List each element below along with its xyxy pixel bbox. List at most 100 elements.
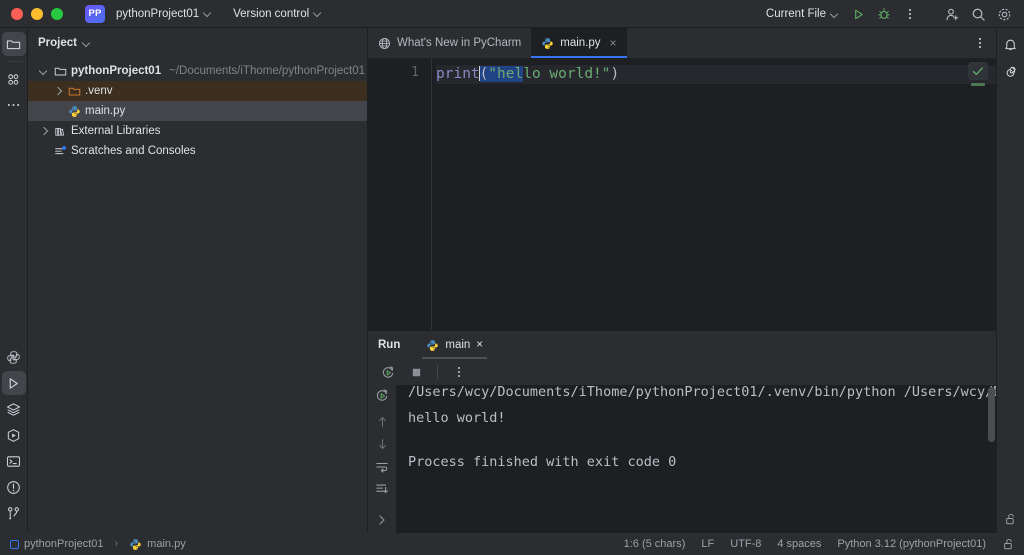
console-output-line: hello world! (408, 410, 506, 426)
breadcrumb-project[interactable]: pythonProject01 (24, 538, 104, 550)
encoding-widget[interactable]: UTF-8 (730, 538, 761, 550)
chevron-right-icon[interactable] (52, 85, 64, 97)
console-exit-line: Process finished with exit code 0 (408, 454, 677, 470)
indent-widget[interactable]: 4 spaces (777, 538, 821, 550)
sidebar-item-debug[interactable] (2, 423, 26, 447)
sidebar-item-problems[interactable] (2, 475, 26, 499)
tree-node-venv[interactable]: .venv (28, 81, 367, 101)
sidebar-item-terminal[interactable] (2, 449, 26, 473)
debug-icon (878, 8, 890, 19)
expand-console-button[interactable] (370, 513, 394, 528)
unlock-icon (1004, 538, 1012, 550)
tree-node-path: ~/Documents/iThome/pythonProject01 (169, 65, 366, 77)
line-separator-widget[interactable]: LF (701, 538, 714, 550)
title-bar-actions: Current File (760, 0, 1016, 28)
previous-occurrence-button[interactable] (370, 415, 394, 430)
minimize-window-button[interactable] (31, 7, 43, 20)
globe-icon (379, 37, 390, 49)
window-controls[interactable] (0, 7, 63, 20)
run-configuration-label: Current File (765, 8, 826, 20)
editor-column: What's New in PyCharm main.py × 1 print(… (368, 28, 996, 533)
python-file-icon (130, 538, 141, 550)
sidebar-item-version-control[interactable] (2, 501, 26, 525)
readonly-lock-widget[interactable] (1002, 537, 1016, 551)
tree-node-project-root[interactable]: pythonProject01 ~/Documents/iThome/pytho… (28, 61, 367, 81)
library-icon (55, 127, 65, 136)
checkmark-icon (972, 66, 983, 75)
more-actions-button[interactable] (898, 3, 922, 25)
debug-button[interactable] (872, 3, 896, 25)
token-function: print (436, 66, 480, 82)
tree-node-label: pythonProject01 (71, 65, 162, 77)
rerun-icon (382, 366, 394, 378)
sidebar-item-services[interactable] (2, 397, 26, 421)
add-user-button[interactable] (940, 3, 964, 25)
caret-position-widget[interactable]: 1:6 (5 chars) (624, 538, 686, 550)
token-string-rest: lo world!" (523, 66, 611, 82)
lock-indicator[interactable] (999, 507, 1023, 531)
console-output[interactable]: /Users/wcy/Documents/iThome/pythonProjec… (396, 385, 996, 533)
code-line-1[interactable]: print("hello world!") (436, 65, 996, 84)
status-bar: pythonProject01 › main.py 1:6 (5 chars) … (0, 533, 1024, 555)
tab-whats-new-in-pycharm[interactable]: What's New in PyCharm (368, 28, 531, 58)
sidebar-item-python-packages[interactable] (2, 345, 26, 369)
sidebar-item-more-tool-windows[interactable] (2, 93, 26, 117)
scroll-to-end-icon (376, 484, 388, 494)
sidebar-item-ai-assistant[interactable] (999, 60, 1023, 84)
console-scrollbar[interactable] (988, 387, 995, 442)
stop-button[interactable] (404, 361, 428, 383)
add-user-icon (946, 8, 958, 20)
run-button[interactable] (846, 3, 870, 25)
interpreter-widget[interactable]: Python 3.12 (pythonProject01) (837, 538, 986, 550)
sidebar-item-commit[interactable] (2, 67, 26, 91)
settings-button[interactable] (992, 3, 1016, 25)
scroll-to-end-button[interactable] (370, 482, 394, 497)
breadcrumb-file[interactable]: main.py (147, 538, 186, 550)
run-more-options-button[interactable] (447, 361, 471, 383)
arrow-down-icon (378, 439, 386, 450)
inspection-status-widget[interactable] (968, 62, 988, 80)
maximize-window-button[interactable] (51, 7, 63, 20)
run-icon (854, 9, 863, 19)
version-control-dropdown[interactable]: Version control (227, 5, 327, 23)
folder-icon (6, 39, 21, 49)
run-tab-label: main (445, 339, 471, 351)
tree-node-main-py[interactable]: main.py (28, 101, 367, 121)
project-panel-header[interactable]: Project (28, 28, 367, 58)
rerun-button[interactable] (376, 361, 400, 383)
run-tool-window: Run main × /Users/wcy/Documents/iThome/p… (368, 330, 996, 533)
tab-label: What's New in PyCharm (397, 37, 522, 49)
tree-node-scratches-and-consoles[interactable]: Scratches and Consoles (28, 141, 367, 161)
search-everywhere-button[interactable] (966, 3, 990, 25)
sidebar-item-notifications[interactable] (999, 32, 1023, 56)
sidebar-item-project[interactable] (1, 32, 26, 56)
project-badge: PP (85, 4, 105, 23)
sidebar-item-run[interactable] (1, 371, 26, 395)
run-icon (9, 377, 18, 389)
warning-circle-icon (7, 480, 20, 494)
chevron-down-icon[interactable] (38, 65, 50, 77)
soft-wrap-icon (376, 462, 388, 473)
code-editor[interactable]: 1 print("hello world!") (368, 58, 996, 330)
close-icon[interactable]: × (610, 37, 617, 49)
chevron-right-icon[interactable] (38, 125, 50, 137)
run-configuration-selector[interactable]: Current File (760, 5, 844, 23)
run-tab-main[interactable]: main × (418, 331, 491, 359)
more-options-icon (908, 8, 912, 20)
rerun-gutter-button[interactable] (370, 388, 394, 403)
token-paren-close: ) (610, 66, 620, 82)
close-icon[interactable]: × (476, 339, 483, 351)
code-content[interactable]: print("hello world!") (432, 58, 996, 330)
project-name-dropdown[interactable]: pythonProject01 (110, 5, 217, 23)
editor-tab-more-button[interactable] (968, 32, 992, 54)
next-occurrence-button[interactable] (370, 437, 394, 452)
tree-node-external-libraries[interactable]: External Libraries (28, 121, 367, 141)
run-panel-title: Run (378, 339, 401, 351)
tab-main-py[interactable]: main.py × (531, 28, 627, 58)
close-window-button[interactable] (11, 7, 23, 20)
soft-wrap-button[interactable] (370, 460, 394, 475)
token-string-selected: "hel (488, 66, 524, 82)
debug-play-icon (7, 428, 20, 442)
run-tab-bar: Run main × (368, 331, 996, 359)
